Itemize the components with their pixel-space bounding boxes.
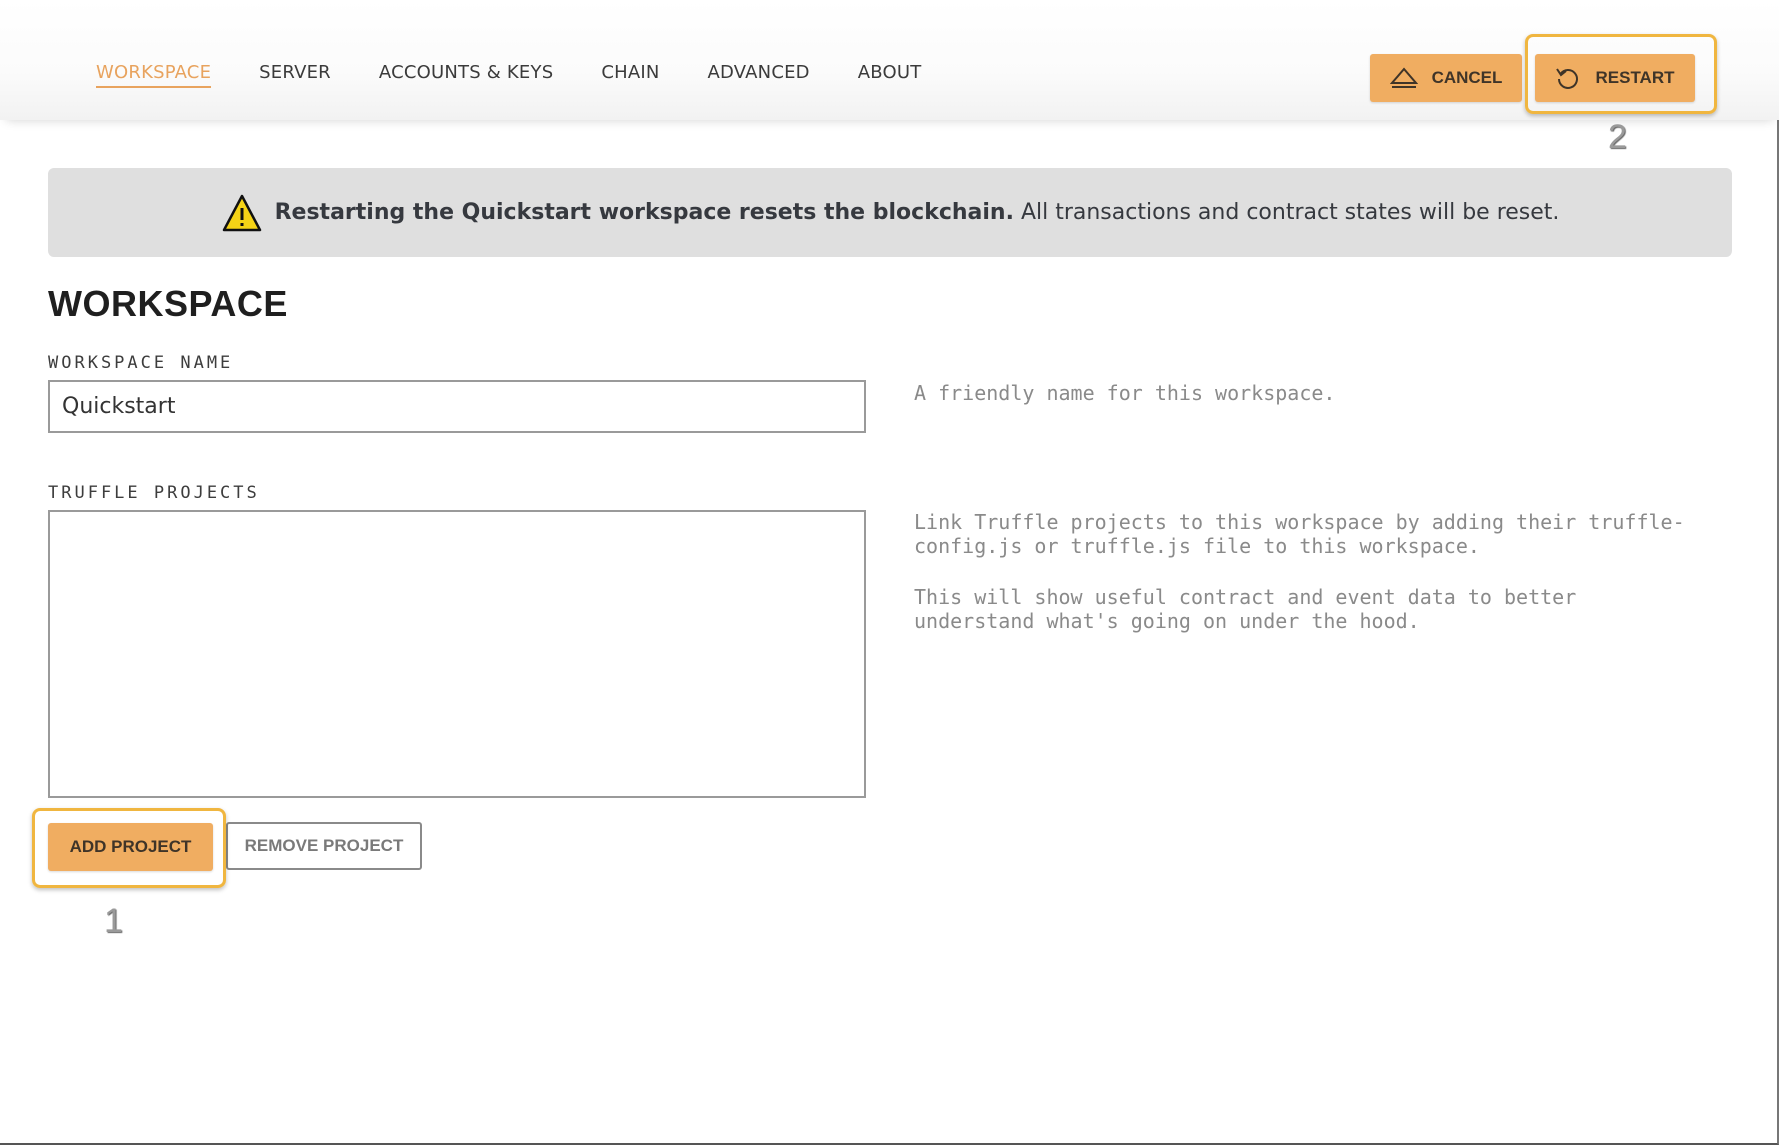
tab-accounts-keys[interactable]: ACCOUNTS & KEYS bbox=[379, 62, 553, 88]
ganache-settings-page: WORKSPACE SERVER ACCOUNTS & KEYS CHAIN A… bbox=[0, 0, 1779, 1145]
truffle-projects-list[interactable] bbox=[48, 510, 866, 798]
cancel-button-label: CANCEL bbox=[1431, 68, 1503, 87]
top-navigation-bar: WORKSPACE SERVER ACCOUNTS & KEYS CHAIN A… bbox=[0, 0, 1779, 120]
workspace-name-label: WORKSPACE NAME bbox=[48, 353, 234, 373]
settings-tabs: WORKSPACE SERVER ACCOUNTS & KEYS CHAIN A… bbox=[96, 62, 969, 88]
truffle-projects-help-1: Link Truffle projects to this workspace … bbox=[914, 510, 1685, 558]
page-title: WORKSPACE bbox=[48, 283, 288, 324]
warning-icon bbox=[222, 194, 261, 231]
tab-workspace[interactable]: WORKSPACE bbox=[96, 62, 212, 88]
add-project-callout-highlight bbox=[32, 808, 226, 888]
tab-chain[interactable]: CHAIN bbox=[601, 62, 659, 88]
workspace-name-help: A friendly name for this workspace. bbox=[914, 381, 1336, 405]
truffle-projects-help-2: This will show useful contract and event… bbox=[914, 585, 1577, 633]
eject-triangle-icon bbox=[1389, 67, 1418, 88]
callout-number-2: 2 bbox=[1608, 118, 1627, 156]
callout-number-1: 1 bbox=[104, 902, 123, 940]
warning-text: All transactions and contract states wil… bbox=[1020, 200, 1560, 225]
truffle-projects-label: TRUFFLE PROJECTS bbox=[48, 483, 260, 503]
workspace-name-input[interactable]: Quickstart bbox=[48, 380, 866, 433]
warning-bold-text: Restarting the Quickstart workspace rese… bbox=[274, 200, 1014, 225]
remove-project-button[interactable]: REMOVE PROJECT bbox=[226, 822, 422, 870]
cancel-button[interactable]: CANCEL bbox=[1370, 54, 1522, 102]
restart-warning-banner: Restarting the Quickstart workspace rese… bbox=[48, 168, 1732, 257]
tab-advanced[interactable]: ADVANCED bbox=[708, 62, 810, 88]
tab-about[interactable]: ABOUT bbox=[858, 62, 922, 88]
tab-server[interactable]: SERVER bbox=[259, 62, 331, 88]
restart-callout-highlight bbox=[1525, 34, 1717, 114]
remove-project-label: REMOVE PROJECT bbox=[244, 836, 404, 855]
